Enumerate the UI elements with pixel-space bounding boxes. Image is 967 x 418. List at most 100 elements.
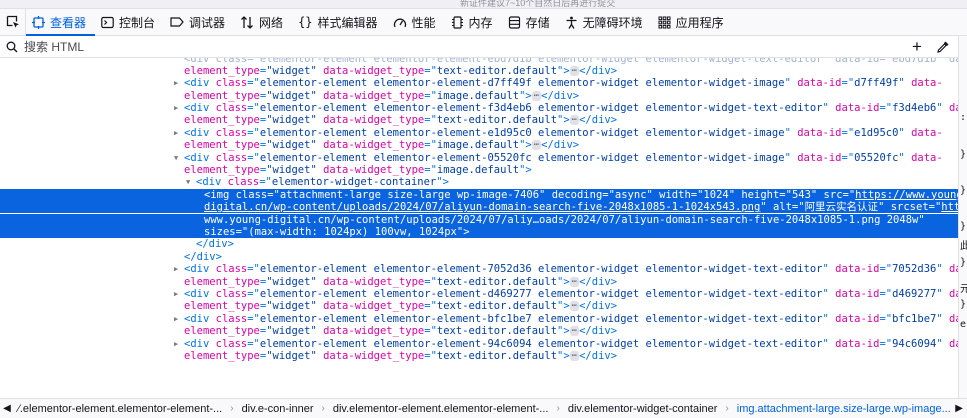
markup-token: data-id bbox=[835, 102, 880, 115]
markup-node-line[interactable]: element_type="widget" data-widget_type="… bbox=[0, 325, 958, 337]
markup-token: digital.cn/wp-content/uploads/2024/07/al… bbox=[204, 201, 761, 214]
expand-closed-icon[interactable]: ▶ bbox=[174, 338, 182, 350]
expand-closed-icon[interactable]: ▶ bbox=[174, 102, 182, 114]
markup-token: </ bbox=[541, 139, 554, 152]
markup-token: " width=" bbox=[646, 188, 704, 201]
markup-token: =" bbox=[247, 337, 260, 350]
markup-token: div bbox=[190, 312, 210, 325]
expand-closed-icon[interactable]: ▶ bbox=[174, 127, 182, 139]
collapsed-content-badge: ⋯ bbox=[569, 115, 580, 126]
markup-node-line[interactable]: ▶ <div class="elementor-element elementor… bbox=[0, 338, 958, 350]
markup-text: <div class="elementor-widget-container"> bbox=[196, 176, 449, 188]
markup-node-line[interactable]: </div> bbox=[0, 251, 958, 263]
tab-accessibility[interactable]: 无障碍环境 bbox=[559, 9, 652, 35]
markup-node-line[interactable]: ▶ <div class="elementor-element elementor… bbox=[0, 77, 958, 89]
collapsed-content-badge: ⋯ bbox=[569, 276, 580, 287]
eyedropper-icon[interactable] bbox=[935, 39, 951, 55]
markup-token: =" bbox=[247, 151, 260, 164]
markup-token: =" bbox=[879, 337, 893, 350]
markup-token: data- bbox=[949, 312, 958, 325]
expand-closed-icon[interactable]: ▶ bbox=[174, 313, 182, 325]
markup-token: data-id bbox=[797, 126, 842, 139]
markup-node-line[interactable]: </div> bbox=[0, 238, 958, 250]
markup-token: d469277 bbox=[892, 288, 937, 301]
markup-node-line[interactable]: element_type="widget" data-widget_type="… bbox=[0, 350, 958, 362]
markup-node-line[interactable]: element_type="widget" data-widget_type="… bbox=[0, 164, 958, 176]
markup-node-line[interactable]: ▶ <div class="elementor-element elementor… bbox=[0, 313, 958, 325]
rules-pane-glyph: : bbox=[960, 112, 967, 123]
markup-text: element_type="widget" data-widget_type="… bbox=[184, 139, 579, 151]
expand-closed-icon[interactable]: ▶ bbox=[174, 288, 182, 300]
tab-network[interactable]: 网络 bbox=[234, 9, 292, 35]
selected-img-node[interactable]: digital.cn/wp-content/uploads/2024/07/al… bbox=[0, 201, 958, 214]
markup-node-line[interactable]: element_type="widget" data-widget_type="… bbox=[0, 139, 958, 151]
markup-token: data- bbox=[949, 263, 958, 276]
tab-performance[interactable]: 性能 bbox=[387, 9, 445, 35]
markup-token: data-id bbox=[797, 77, 842, 90]
selected-img-node[interactable]: sizes="(max-width: 1024px) 100vw, 1024px… bbox=[0, 226, 958, 239]
markup-token: =" bbox=[259, 176, 272, 189]
markup-text: element_type="widget" data-widget_type="… bbox=[184, 350, 617, 362]
search-icon bbox=[6, 40, 20, 54]
breadcrumb-scroll-right-icon[interactable]: ▶ bbox=[955, 403, 963, 414]
selected-img-node[interactable]: www.young-digital.cn/wp-content/uploads/… bbox=[0, 213, 958, 226]
markup-token: div bbox=[591, 325, 611, 338]
markup-text: <div class="elementor-element elementor-… bbox=[184, 152, 943, 164]
markup-token: " height=" bbox=[728, 188, 792, 201]
markup-node-line[interactable]: <div class="elementor-element elementor-… bbox=[0, 58, 958, 65]
tab-memory[interactable]: 内存 bbox=[445, 9, 502, 35]
breadcrumb-item[interactable]: ⁄.elementor-element.elementor-element-..… bbox=[14, 403, 226, 415]
markup-token: </ bbox=[541, 89, 554, 102]
markup-node-line[interactable]: ▼ <div class="elementor-element elementor… bbox=[0, 152, 958, 164]
rules-pane-glyph: 此 bbox=[960, 241, 967, 253]
tab-application[interactable]: 应用程序 bbox=[652, 9, 733, 35]
markup-token: data-id bbox=[797, 151, 842, 164]
markup-node-line[interactable]: ▶ <div class="elementor-element elementor… bbox=[0, 263, 958, 275]
markup-node-line[interactable]: ▶ <div class="elementor-element elementor… bbox=[0, 127, 958, 139]
tab-storage[interactable]: 存储 bbox=[502, 9, 559, 35]
markup-token: class bbox=[215, 102, 248, 115]
markup-token: div bbox=[591, 114, 611, 127]
markup-token: div bbox=[591, 300, 611, 313]
expand-closed-icon[interactable]: ▶ bbox=[174, 77, 182, 89]
markup-token: =" bbox=[424, 89, 437, 102]
breadcrumb-scroll-left-icon[interactable]: ◀ bbox=[0, 403, 14, 414]
markup-token: data- bbox=[949, 102, 958, 115]
markup-node-line[interactable]: element_type="widget" data-widget_type="… bbox=[0, 114, 958, 126]
expand-closed-icon[interactable]: ▶ bbox=[174, 263, 182, 275]
tab-debugger[interactable]: 调试器 bbox=[164, 9, 234, 35]
add-node-button[interactable]: + bbox=[908, 38, 926, 56]
markup-token: text-editor.default bbox=[436, 65, 558, 77]
rules-pane-edge: :}}}} 此元} e bbox=[958, 36, 967, 418]
breadcrumb-item[interactable]: div.elementor-element.elementor-element-… bbox=[329, 403, 553, 415]
breadcrumb-item[interactable]: div.e-con-inner bbox=[238, 403, 318, 415]
markup-token: "widget" bbox=[266, 350, 317, 363]
markup-token: > bbox=[572, 139, 580, 152]
markup-node-line[interactable]: ▶ <div class="elementor-element elementor… bbox=[0, 288, 958, 300]
markup-node-line[interactable]: ▶ <div class="elementor-element elementor… bbox=[0, 102, 958, 114]
tab-console[interactable]: 控制台 bbox=[95, 9, 164, 35]
breadcrumb-item[interactable]: div.elementor-widget-container bbox=[564, 403, 722, 415]
network-icon bbox=[241, 15, 254, 29]
expand-open-icon[interactable]: ▼ bbox=[186, 176, 194, 188]
search-html-input[interactable] bbox=[24, 39, 424, 54]
tab-inspector[interactable]: 查看器 bbox=[26, 9, 96, 36]
markup-token: =" bbox=[424, 300, 437, 313]
markup-node-line[interactable]: element_type="widget" data-widget_type="… bbox=[0, 300, 958, 312]
markup-token: =" bbox=[247, 126, 260, 139]
markup-node-line[interactable]: element_type="widget" data-widget_type="… bbox=[0, 276, 958, 288]
expand-open-icon[interactable]: ▼ bbox=[174, 152, 182, 164]
markup-token: " alt=" bbox=[760, 201, 805, 214]
markup-text: <div class="elementor-element elementor-… bbox=[184, 58, 958, 65]
markup-token: =" bbox=[424, 350, 437, 363]
selected-img-node[interactable]: <img class="attachment-large size-large … bbox=[0, 188, 958, 201]
markup-node-line[interactable]: ▼ <div class="elementor-widget-container"… bbox=[0, 176, 958, 188]
markup-token: data-widget_type bbox=[323, 114, 425, 127]
markup-token: <img class=" bbox=[204, 188, 280, 201]
markup-node-line[interactable]: element_type="widget" data-widget_type="… bbox=[0, 65, 958, 77]
markup-node-line[interactable]: element_type="widget" data-widget_type="… bbox=[0, 90, 958, 102]
tab-style-editor[interactable]: {} 样式编辑器 bbox=[292, 9, 386, 35]
element-picker-button[interactable] bbox=[0, 9, 26, 35]
breadcrumb-item-selected[interactable]: img.attachment-large.size-large.wp-image… bbox=[733, 403, 955, 415]
markup-text: digital.cn/wp-content/uploads/2024/07/al… bbox=[204, 201, 958, 213]
